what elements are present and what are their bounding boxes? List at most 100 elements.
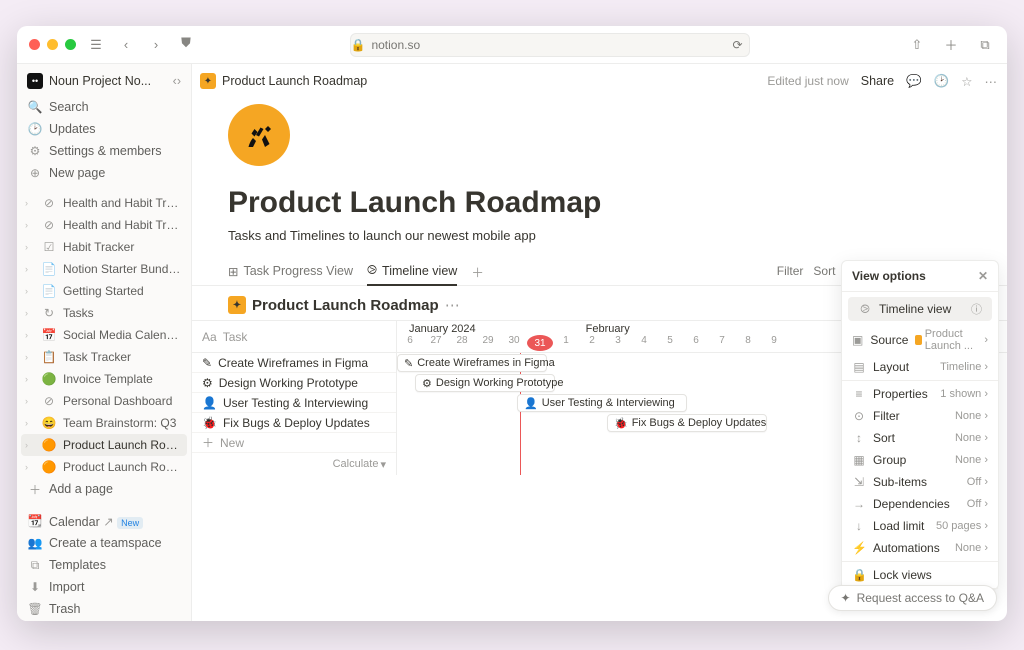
back-button[interactable]: ‹ <box>116 35 136 55</box>
layout-icon: ▤ <box>852 360 866 374</box>
sidebar-page[interactable]: ›📋Task Tracker <box>21 346 187 368</box>
caret-icon[interactable]: › <box>25 418 35 428</box>
option-load-limit[interactable]: ↓Load limit50 pages › <box>842 515 998 537</box>
filter-button[interactable]: Filter <box>777 264 804 278</box>
option-group[interactable]: ▦GroupNone › <box>842 449 998 471</box>
sidebar-page[interactable]: ›⊘Personal Dashboard <box>21 390 187 412</box>
maximize-icon[interactable] <box>65 39 76 50</box>
favorite-icon[interactable]: ☆ <box>961 74 972 89</box>
sidebar-toggle-icon[interactable]: ☰ <box>86 35 106 55</box>
sidebar-page[interactable]: ›🟠Product Launch Roadm... <box>21 434 187 456</box>
sparkle-icon: ✦ <box>841 591 851 605</box>
updates-icon[interactable]: 🕑 <box>934 74 950 89</box>
sidebar-templates[interactable]: ⧉Templates <box>21 554 187 576</box>
caret-icon[interactable]: › <box>25 264 35 274</box>
sidebar-trash[interactable]: 🗑Trash <box>21 598 187 620</box>
sidebar-page[interactable]: ›☑Habit Tracker <box>21 236 187 258</box>
sidebar-page[interactable]: ›📄Notion Starter Bundle - ... <box>21 258 187 280</box>
new-row-button[interactable]: ＋ New <box>192 433 396 453</box>
option-automations[interactable]: ⚡AutomationsNone › <box>842 537 998 559</box>
add-page-button[interactable]: ＋ Add a page <box>21 478 187 500</box>
sidebar-page[interactable]: ›📅Social Media Calendar <box>21 324 187 346</box>
breadcrumb[interactable]: ✦ Product Launch Roadmap <box>200 73 367 89</box>
caret-icon[interactable]: › <box>25 440 35 450</box>
tab-timeline-view[interactable]: ⧁Timeline view <box>367 257 457 286</box>
info-icon: ⓘ <box>971 301 982 317</box>
sidebar-page[interactable]: ›⊘Health and Habit Tracker <box>21 192 187 214</box>
close-icon[interactable]: ✕ <box>978 269 988 283</box>
share-icon[interactable]: ⇧ <box>907 35 927 55</box>
option-sub-items[interactable]: ⇲Sub-itemsOff › <box>842 471 998 493</box>
option-properties[interactable]: ≡Properties1 shown › <box>842 383 998 405</box>
timeline-bar[interactable]: ✎Create Wireframes in Figma <box>397 354 547 372</box>
source-row[interactable]: ▣ Source Product Launch ...› <box>842 324 998 356</box>
timeline-bar[interactable]: 👤User Testing & Interviewing <box>517 394 687 412</box>
sidebar-page[interactable]: ›⊘Health and Habit Tracker <box>21 214 187 236</box>
footer-icon: ⧉ <box>27 558 43 573</box>
minimize-icon[interactable] <box>47 39 58 50</box>
option-filter[interactable]: ⊙FilterNone › <box>842 405 998 427</box>
nav-new-page[interactable]: ⊕New page <box>21 162 187 184</box>
task-row[interactable]: ⚙Design Working Prototype <box>192 373 396 393</box>
source-icon: ▣ <box>852 333 863 347</box>
layout-row[interactable]: ▤ Layout Timeline› <box>842 356 998 378</box>
page-title[interactable]: Product Launch Roadmap <box>228 186 971 220</box>
sidebar-page[interactable]: ›🟢Invoice Template <box>21 368 187 390</box>
caret-icon[interactable]: › <box>25 330 35 340</box>
task-column-header[interactable]: Task <box>223 330 248 344</box>
sidebar-import[interactable]: ⬇Import <box>21 576 187 598</box>
lock-views-row[interactable]: 🔒 Lock views <box>842 564 998 586</box>
caret-icon[interactable]: › <box>25 286 35 296</box>
sidebar-calendar[interactable]: 📆Calendar ↗ New <box>21 510 187 532</box>
workspace-switcher[interactable]: •• Noun Project No... ‹› <box>21 70 187 92</box>
nav-updates[interactable]: 🕑Updates <box>21 118 187 140</box>
caret-icon[interactable]: › <box>25 220 35 230</box>
sidebar-page[interactable]: ›🟠Product Launch Roadmap <box>21 456 187 478</box>
timeline-bar[interactable]: ⚙Design Working Prototype <box>415 374 555 392</box>
timeline-bar[interactable]: 🐞Fix Bugs & Deploy Updates <box>607 414 767 432</box>
db-more-icon[interactable]: ⋯ <box>445 296 460 314</box>
page-hero-icon[interactable] <box>228 104 290 166</box>
page-subtitle[interactable]: Tasks and Timelines to launch our newest… <box>228 228 971 243</box>
comments-icon[interactable]: 💬 <box>906 74 922 89</box>
task-row[interactable]: 👤User Testing & Interviewing <box>192 393 396 413</box>
close-icon[interactable] <box>29 39 40 50</box>
option-sort[interactable]: ↕SortNone › <box>842 427 998 449</box>
sort-button[interactable]: Sort <box>813 264 835 278</box>
page-emoji-icon: 🟠 <box>41 460 57 474</box>
caret-icon[interactable]: › <box>25 242 35 252</box>
more-icon[interactable]: ⋯ <box>985 74 998 89</box>
share-button[interactable]: Share <box>861 74 894 88</box>
task-row[interactable]: ✎Create Wireframes in Figma <box>192 353 396 373</box>
caret-icon[interactable]: › <box>25 308 35 318</box>
qa-request-button[interactable]: ✦ Request access to Q&A <box>828 585 997 611</box>
view-name-input[interactable]: ⧁ Timeline view ⓘ <box>848 297 992 321</box>
forward-button[interactable]: › <box>146 35 166 55</box>
text-property-icon: Aa <box>202 330 217 344</box>
add-page-label: Add a page <box>49 482 181 496</box>
add-view-icon[interactable]: ＋ <box>471 262 484 281</box>
caret-icon[interactable]: › <box>25 352 35 362</box>
address-bar[interactable]: 🔒 notion.so ⟳ <box>350 33 750 57</box>
nav-settings-members[interactable]: ⚙Settings & members <box>21 140 187 162</box>
caret-icon[interactable]: › <box>25 198 35 208</box>
task-row[interactable]: 🐞Fix Bugs & Deploy Updates <box>192 413 396 433</box>
caret-icon[interactable]: › <box>25 462 35 472</box>
sidebar-page[interactable]: ›↻Tasks <box>21 302 187 324</box>
option-dependencies[interactable]: →DependenciesOff › <box>842 493 998 515</box>
new-tab-icon[interactable]: ＋ <box>941 35 961 55</box>
edited-status: Edited just now <box>767 74 848 88</box>
sidebar: •• Noun Project No... ‹› 🔍Search🕑Updates… <box>17 64 192 621</box>
shield-icon[interactable]: ⛊ <box>176 33 196 53</box>
caret-icon[interactable]: › <box>25 374 35 384</box>
sidebar-page[interactable]: ›📄Getting Started <box>21 280 187 302</box>
nav-search[interactable]: 🔍Search <box>21 96 187 118</box>
day-cell: 1 <box>553 335 579 352</box>
tabs-icon[interactable]: ⧉ <box>975 35 995 55</box>
reload-icon[interactable]: ⟳ <box>732 38 742 52</box>
sidebar-page[interactable]: ›😄Team Brainstorm: Q3 <box>21 412 187 434</box>
tab-task-progress-view[interactable]: ⊞Task Progress View <box>228 257 353 285</box>
calculate-button[interactable]: Calculate▾ <box>192 453 396 475</box>
caret-icon[interactable]: › <box>25 396 35 406</box>
sidebar-create-a-teamspace[interactable]: 👥Create a teamspace <box>21 532 187 554</box>
